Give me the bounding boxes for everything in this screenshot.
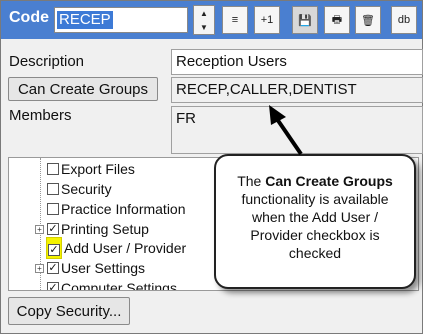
security-group-window: Code RECEP ▲ ▼ ≡ +1 💾 🖶 🗑 db Description… — [0, 0, 423, 334]
callout-arrow-icon — [269, 105, 303, 156]
copy-security-button[interactable]: Copy Security... — [8, 297, 130, 325]
